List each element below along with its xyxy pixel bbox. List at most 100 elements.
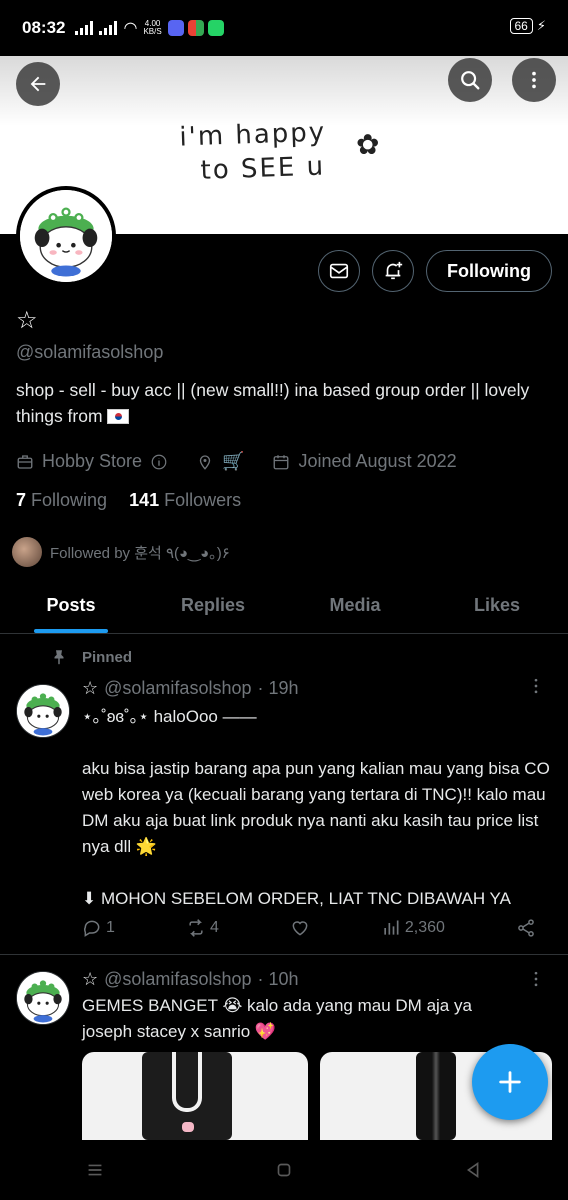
- status-time: 08:32: [22, 18, 66, 37]
- location-icon: [199, 454, 211, 470]
- pin-icon: [54, 650, 64, 665]
- location-text: 🛒: [222, 451, 245, 471]
- follower-avatar: [12, 537, 42, 567]
- tweet-line: joseph stacey x sanrio 💖: [82, 1022, 277, 1041]
- tweet-time[interactable]: · 10h: [257, 969, 298, 990]
- pinned-label: Pinned: [50, 648, 132, 666]
- tweet-handle[interactable]: @solamifasolshop: [104, 678, 251, 699]
- following-button[interactable]: Following: [426, 250, 552, 292]
- tweet-text: GEMES BANGET 😭 kalo ada yang mau DM aja …: [82, 993, 552, 1045]
- tweet-header: ☆ @solamifasolshop · 19h: [82, 678, 299, 699]
- flower-doodle-icon: ✿: [356, 129, 380, 160]
- more-vertical-icon: [532, 71, 536, 89]
- charging-icon: ⚡: [536, 18, 546, 33]
- app-icon: [187, 20, 204, 36]
- mail-icon: [329, 263, 349, 279]
- reply-icon: [84, 920, 100, 937]
- followed-by-link[interactable]: Followed by 훈석 ٩(◕‿◕｡)۶: [12, 537, 552, 567]
- share-button[interactable]: [516, 918, 536, 938]
- profile-avatar[interactable]: [16, 186, 116, 286]
- views-icon: [384, 920, 399, 935]
- profile-category[interactable]: Hobby Store: [42, 451, 142, 472]
- avatar-image: [17, 972, 69, 1024]
- back-button[interactable]: [16, 62, 60, 106]
- tab-posts[interactable]: Posts: [0, 578, 142, 633]
- tweet-time[interactable]: · 19h: [257, 678, 298, 699]
- tweet-avatar[interactable]: [16, 684, 70, 738]
- signal-icon-2: [99, 21, 118, 35]
- status-bar: 08:32 ◠ 4.00 KB/S 66 ⚡: [0, 0, 568, 56]
- banner-line-2: to SEE u: [200, 151, 326, 186]
- tweet-line: GEMES BANGET 😭 kalo ada yang mau DM aja …: [82, 996, 472, 1015]
- korea-flag-icon: [107, 409, 130, 424]
- bag-handle: [172, 1052, 202, 1112]
- bag-shape: [416, 1052, 456, 1140]
- calendar-icon: [274, 454, 289, 469]
- profile-handle: @solamifasolshop: [16, 342, 164, 362]
- battery-indicator: 66 ⚡: [509, 18, 546, 34]
- banner-line-1: i'm happy: [178, 117, 327, 153]
- message-button[interactable]: [318, 250, 361, 292]
- bag-charm: [182, 1122, 194, 1132]
- signal-icon: [75, 21, 94, 35]
- follow-counts: 7 Following 141 Followers: [16, 490, 552, 511]
- bell-plus-icon: [385, 261, 403, 280]
- tweet-text: ⋆｡˚ʚɞ˚｡⋆ haloOoo —— aku bisa jastip bara…: [82, 704, 552, 912]
- more-options-button[interactable]: [512, 58, 556, 102]
- tweet-handle[interactable]: @solamifasolshop: [104, 969, 251, 990]
- share-icon: [518, 919, 534, 937]
- recents-icon[interactable]: [84, 1159, 106, 1181]
- tab-replies[interactable]: Replies: [142, 578, 284, 633]
- followed-by-text: Followed by 훈석 ٩(◕‿◕｡)۶: [50, 544, 230, 562]
- whatsapp-icon: [207, 20, 224, 36]
- joined-date: Joined August 2022: [298, 451, 457, 471]
- banner-text: i'm happy to SEE u: [179, 115, 328, 188]
- display-name: ☆: [16, 307, 38, 334]
- tab-likes[interactable]: Likes: [426, 578, 568, 633]
- avatar-image: [17, 685, 69, 737]
- discord-icon: [167, 20, 184, 36]
- more-vertical-icon: [534, 678, 538, 694]
- bio-text: shop - sell - buy acc || (new small!!) i…: [16, 380, 530, 426]
- avatar-image: [20, 190, 112, 282]
- views-button[interactable]: 2,360: [381, 918, 445, 938]
- reply-button[interactable]: 1: [82, 918, 115, 938]
- tweet-actions: 1 4 2,360: [82, 918, 536, 938]
- tweet-image[interactable]: [82, 1052, 308, 1140]
- compose-button[interactable]: [472, 1044, 548, 1120]
- profile-meta: Hobby Store 🛒 Joined August 2022: [16, 451, 552, 472]
- tab-media[interactable]: Media: [284, 578, 426, 633]
- retweet-icon: [189, 919, 203, 937]
- profile-actions: Following: [318, 250, 552, 292]
- tweet-pinned[interactable]: Pinned ☆ @solamifasolshop · 19h ⋆｡˚ʚɞ˚｡⋆…: [0, 646, 568, 950]
- info-icon[interactable]: [150, 453, 168, 471]
- notifications-button[interactable]: [372, 250, 415, 292]
- system-nav-bar: [0, 1140, 568, 1200]
- like-button[interactable]: [290, 918, 310, 938]
- briefcase-icon: [17, 454, 33, 469]
- profile-bio: shop - sell - buy acc || (new small!!) i…: [16, 377, 552, 429]
- profile-tabs: Posts Replies Media Likes: [0, 578, 568, 634]
- retweet-button[interactable]: 4: [186, 918, 219, 938]
- battery-level: 66: [509, 18, 533, 34]
- tweet-line: ⬇ MOHON SEBELOM ORDER, LIAT TNC DIBAWAH …: [82, 889, 511, 908]
- net-speed: 4.00 KB/S: [143, 19, 162, 36]
- tweet-author-name[interactable]: ☆: [82, 969, 98, 990]
- tweet-author-name[interactable]: ☆: [82, 678, 98, 699]
- search-icon: [461, 71, 480, 90]
- heart-icon: [292, 921, 308, 936]
- back-nav-icon[interactable]: [462, 1159, 484, 1181]
- tweet-more-button[interactable]: [526, 676, 546, 701]
- tweet-line: ⋆｡˚ʚɞ˚｡⋆ haloOoo ——: [82, 707, 257, 726]
- tweet-line: aku bisa jastip barang apa pun yang kali…: [82, 759, 550, 856]
- tweet-more-button[interactable]: [526, 969, 546, 994]
- followers-count-link[interactable]: 141 Followers: [129, 490, 241, 511]
- following-count-link[interactable]: 7 Following: [16, 490, 107, 511]
- search-button[interactable]: [448, 58, 492, 102]
- arrow-left-icon: [30, 76, 46, 92]
- tweet-avatar[interactable]: [16, 971, 70, 1025]
- more-vertical-icon: [534, 971, 538, 987]
- tweet-header: ☆ @solamifasolshop · 10h: [82, 969, 299, 990]
- profile-info: ☆ @solamifasolshop shop - sell - buy acc…: [12, 306, 552, 567]
- home-icon[interactable]: [273, 1159, 295, 1181]
